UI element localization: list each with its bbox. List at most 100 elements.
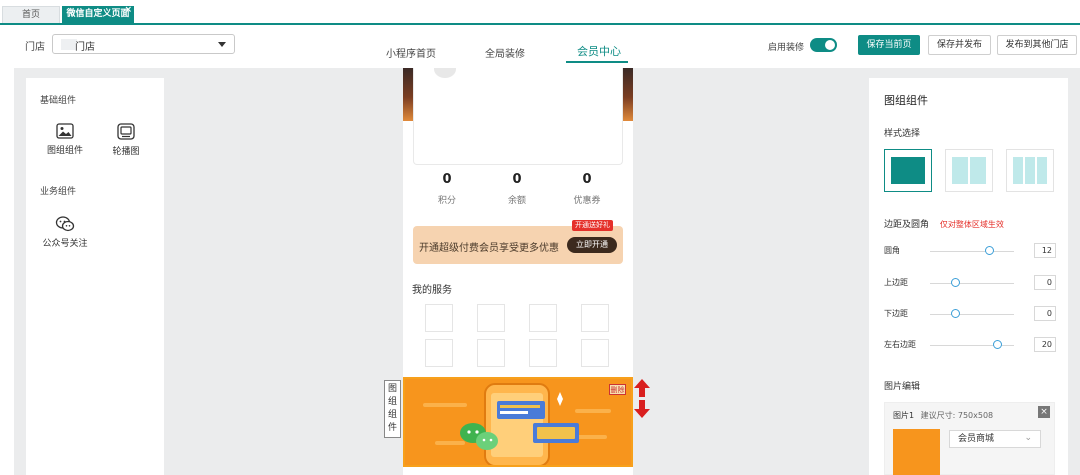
radius-input[interactable]: 12: [1034, 243, 1056, 258]
phone-preview: 0 积分 0 余额 0 优惠券 开通超级付费会员享受更多优惠 立即开通 开通送好…: [403, 68, 633, 475]
save-current-button[interactable]: 保存当前页: [858, 35, 920, 55]
slider-row-top-margin: 上边距 0: [884, 275, 1056, 291]
image-group-component[interactable]: 图组组件: [35, 123, 95, 156]
side-tag-char: 组: [387, 410, 397, 420]
service-slot[interactable]: [425, 339, 453, 367]
points-stat[interactable]: 0 积分: [412, 172, 482, 206]
official-account-follow-component[interactable]: 公众号关注: [35, 216, 95, 249]
member-card: [413, 68, 623, 165]
slider-track[interactable]: [930, 314, 1014, 315]
three-column-layout-icon: [1013, 157, 1047, 184]
side-tag-char: 组: [387, 397, 397, 407]
open-vip-button[interactable]: 立即开通: [567, 237, 617, 253]
member-mall-illustration: [405, 379, 631, 465]
link-select[interactable]: 会员商城 ⌄: [949, 430, 1041, 448]
store-select[interactable]: 门店: [52, 34, 235, 54]
bottom-margin-input[interactable]: 0: [1034, 306, 1056, 321]
style-option-two-column[interactable]: [945, 149, 993, 192]
tab-member-center[interactable]: 会员中心: [577, 43, 621, 59]
service-slot[interactable]: [529, 339, 557, 367]
enable-decoration-toggle[interactable]: [810, 38, 837, 52]
coupons-label: 优惠券: [573, 196, 601, 206]
style-option-three-column[interactable]: [1006, 149, 1054, 192]
slider-thumb[interactable]: [993, 340, 1003, 349]
spacing-hint: 仅对整体区域生效: [939, 220, 1004, 229]
slider-thumb[interactable]: [984, 246, 994, 255]
bottom-margin-label: 下边距: [884, 309, 908, 318]
spacing-title: 边距及圆角 仅对整体区域生效: [884, 217, 1004, 230]
link-select-value: 会员商城: [958, 434, 995, 444]
image-size-hint: 建议尺寸: 750x508: [920, 411, 994, 420]
image-icon: [56, 123, 74, 139]
tab-global-decoration[interactable]: 全局装修: [485, 45, 525, 60]
service-slot[interactable]: [477, 304, 505, 332]
vip-promo-text: 开通超级付费会员享受更多优惠: [419, 243, 559, 254]
top-margin-label: 上边距: [884, 278, 908, 287]
top-margin-input[interactable]: 0: [1034, 275, 1056, 290]
carousel-icon: [117, 123, 135, 140]
delete-component-button[interactable]: 删除: [609, 384, 626, 395]
service-slot[interactable]: [581, 304, 609, 332]
move-up-icon[interactable]: [634, 379, 650, 397]
points-value: 0: [442, 172, 452, 187]
single-image-layout-icon: [891, 157, 925, 184]
service-slot[interactable]: [477, 339, 505, 367]
service-slot[interactable]: [425, 304, 453, 332]
image-group-block-selected[interactable]: [403, 377, 633, 467]
two-column-layout-icon: [952, 157, 986, 184]
store-label: 门店: [25, 42, 45, 53]
side-margin-input[interactable]: 20: [1034, 337, 1056, 352]
slider-row-radius: 圆角 12: [884, 243, 1056, 259]
slider-thumb[interactable]: [951, 309, 961, 318]
side-margin-label: 左右边距: [884, 340, 916, 349]
image-item-header: 图片1 建议尺寸: 750x508: [893, 410, 993, 421]
image-edit-card: 图片1 建议尺寸: 750x508 × 会员商城 ⌄: [884, 402, 1055, 475]
image-edit-title: 图片编辑: [884, 382, 921, 392]
close-icon[interactable]: ×: [124, 2, 132, 19]
coupons-value: 0: [582, 172, 592, 187]
business-components-title: 业务组件: [40, 187, 77, 197]
vip-promo-banner[interactable]: 开通超级付费会员享受更多优惠 立即开通 开通送好礼: [413, 220, 623, 264]
slider-row-side-margin: 左右边距 20: [884, 337, 1056, 353]
properties-panel: 图组组件 样式选择 边距及圆角 仅对整体区域生效 圆角 12 上边距 0 下边距…: [869, 78, 1068, 475]
my-services-title: 我的服务: [412, 285, 452, 296]
tab-home[interactable]: 首页: [2, 6, 60, 23]
move-down-icon[interactable]: [634, 400, 650, 418]
points-label: 积分: [437, 196, 456, 206]
slider-row-bottom-margin: 下边距 0: [884, 306, 1056, 322]
image-thumbnail[interactable]: [893, 429, 940, 475]
service-slot[interactable]: [581, 339, 609, 367]
balance-label: 余额: [507, 196, 526, 206]
tab-bar: 首页 微信自定义页面 ×: [0, 0, 1080, 25]
slider-track[interactable]: [930, 283, 1014, 284]
tab-wechat-custom-page[interactable]: 微信自定义页面 ×: [62, 5, 134, 23]
slider-thumb[interactable]: [951, 278, 961, 287]
image-group-side-tag: 图 组 组 件: [384, 380, 401, 438]
image-group-label: 图组组件: [46, 146, 83, 156]
avatar: [434, 68, 456, 78]
carousel-component[interactable]: 轮播图: [96, 123, 156, 157]
chevron-down-icon: ⌄: [1024, 433, 1032, 443]
basic-components-title: 基础组件: [40, 96, 77, 106]
coupons-stat[interactable]: 0 优惠券: [552, 172, 622, 206]
component-panel: 基础组件 图组组件 轮播图 业务组件 公众号关注: [26, 78, 164, 475]
toggle-knob: [825, 40, 835, 50]
style-option-single[interactable]: [884, 149, 932, 192]
slider-track[interactable]: [930, 251, 1014, 252]
balance-stat[interactable]: 0 余额: [482, 172, 552, 206]
active-tab-indicator: [566, 61, 628, 63]
tab-miniprogram-home[interactable]: 小程序首页: [386, 45, 436, 60]
wechat-icon: [55, 216, 75, 232]
image-item-name: 图片1: [893, 411, 915, 420]
carousel-label: 轮播图: [112, 147, 140, 157]
radius-label: 圆角: [884, 246, 900, 255]
service-slot[interactable]: [529, 304, 557, 332]
tab-label: 微信自定义页面: [66, 9, 130, 19]
save-publish-button[interactable]: 保存并发布: [928, 35, 991, 55]
properties-title: 图组组件: [884, 94, 928, 107]
enable-decoration-label: 启用装修: [768, 43, 805, 53]
close-icon[interactable]: ×: [1038, 406, 1050, 418]
official-account-follow-label: 公众号关注: [42, 239, 88, 249]
side-tag-char: 图: [387, 384, 397, 394]
publish-other-stores-button[interactable]: 发布到其他门店: [997, 35, 1077, 55]
